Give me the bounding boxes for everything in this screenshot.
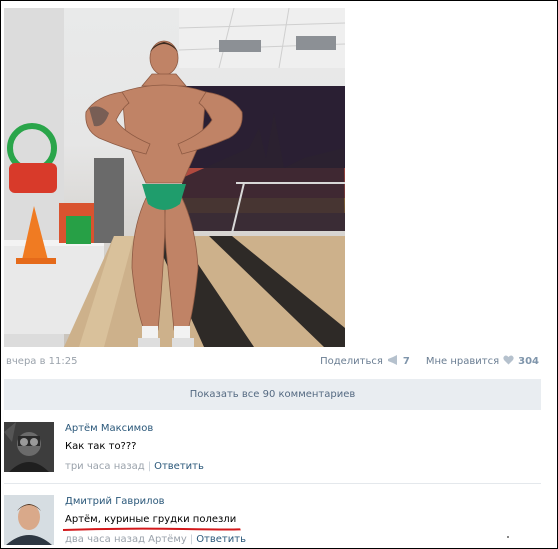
comment-divider: [4, 483, 541, 484]
post-card: вчера в 11:25 Поделиться 7 Мне нравится …: [0, 0, 558, 549]
comment-item: Дмитрий Гаврилов Артём, куриные грудки п…: [4, 495, 541, 547]
comment-item: Артём Максимов Как так то??? три часа на…: [4, 422, 541, 474]
post-timestamp[interactable]: вчера в 11:25: [6, 356, 78, 367]
reply-button[interactable]: Ответить: [196, 534, 246, 545]
comment-text: Как так то???: [65, 441, 137, 452]
comment-time[interactable]: три часа назад: [65, 461, 145, 472]
like-count: 304: [518, 356, 539, 367]
show-all-comments-button[interactable]: Показать все 90 комментариев: [4, 379, 541, 410]
meta-separator: |: [147, 461, 152, 472]
bodybuilder-photo-illustration: [4, 8, 345, 347]
comment-time[interactable]: два часа назад: [65, 534, 145, 545]
share-count: 7: [402, 356, 410, 367]
comment-text: Артём, куриные грудки полезли: [63, 514, 246, 531]
comment-body: Дмитрий Гаврилов Артём, куриные грудки п…: [63, 496, 246, 545]
comment-text-content: Артём, куриные грудки полезли: [65, 514, 237, 525]
stray-dot: [507, 536, 509, 538]
meta-separator: |: [189, 534, 194, 545]
reply-to-user[interactable]: Артёму: [148, 534, 187, 545]
comment-meta: три часа назад | Ответить: [65, 461, 204, 472]
comment-body: Артём Максимов Как так то??? три часа на…: [65, 423, 204, 472]
post-actions: Поделиться 7 Мне нравится 304: [320, 355, 539, 368]
share-button[interactable]: Поделиться: [320, 356, 383, 367]
like-button[interactable]: Мне нравится: [426, 356, 499, 367]
avatar[interactable]: [4, 422, 54, 472]
megaphone-icon[interactable]: [387, 355, 399, 368]
heart-icon[interactable]: [503, 355, 514, 368]
avatar[interactable]: [4, 495, 54, 545]
post-meta-row: вчера в 11:25 Поделиться 7 Мне нравится …: [4, 354, 539, 372]
reply-button[interactable]: Ответить: [154, 461, 204, 472]
post-photo[interactable]: [4, 8, 345, 347]
comment-author[interactable]: Артём Максимов: [65, 423, 204, 434]
red-underline-marker: [63, 527, 241, 531]
comment-meta: два часа назад Артёму | Ответить: [65, 534, 246, 545]
comment-author[interactable]: Дмитрий Гаврилов: [65, 496, 246, 507]
